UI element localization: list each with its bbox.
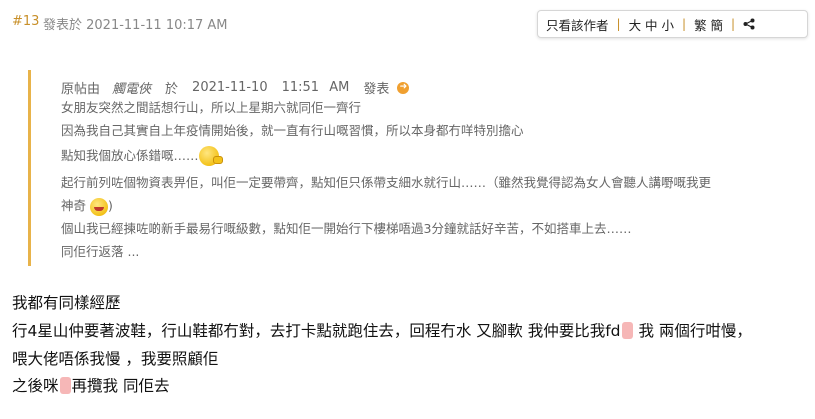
sticker-icon (621, 322, 633, 339)
quote-line: 個山我已經揀咗啲新手最易行嘅級數，點知佢一開始行下樓梯唔過3分鐘就話好辛苦，不如… (61, 221, 632, 236)
quote-line: 神奇 ) (61, 198, 113, 216)
quote-date: 2021-11-10 (192, 80, 268, 95)
quote-line: 因為我自己其實自上年疫情開始後，就一直有行山嘅習慣，所以本身都冇咩特別擔心 (61, 123, 524, 138)
author-only-button[interactable]: 只看該作者 (538, 15, 617, 34)
reply-line-text: 之後咪 (12, 377, 59, 395)
thinking-emoji-icon (198, 146, 223, 166)
font-size-button[interactable]: 大 中 小 (621, 15, 682, 34)
quote-line: 女朋友突然之間話想行山，所以上星期六就同佢一齊行 (61, 100, 362, 115)
quote-block: 原帖由 觸電俠 於 2021-11-10 11:51 AM 發表 ➜ 女朋友突然… (28, 70, 791, 266)
quote-header: 原帖由 觸電俠 於 2021-11-10 11:51 AM 發表 ➜ (61, 78, 410, 97)
quote-line-text: 神奇 (61, 198, 87, 213)
reply-line-text: 行4星山仲要著波鞋，行山鞋都冇對，去打卡點就跑住去，回程冇水 又腳軟 我仲要比我… (12, 322, 621, 340)
post-time: 發表於 2021-11-11 10:17 AM (43, 18, 228, 33)
quote-time: 11:51 AM (281, 80, 350, 95)
quote-yu: 於 (165, 82, 179, 97)
sticker-icon (59, 377, 71, 394)
quote-published: 發表 (363, 82, 390, 97)
share-icon (743, 18, 755, 30)
traditional-simplified-button[interactable]: 繁 簡 (686, 15, 731, 34)
quote-prefix: 原帖由 (61, 82, 101, 97)
share-button[interactable] (735, 18, 765, 30)
reply-line: 之後咪 再攬我 同佢去 (12, 376, 169, 396)
quote-line-text: ) (108, 198, 113, 213)
reply-line: 我都有同樣經歷 (12, 294, 121, 312)
quote-line[interactable]: 同佢行返落 ... (61, 244, 139, 260)
floor-number[interactable]: #13 (12, 14, 39, 29)
reply-line-text: 我 兩個行咁慢， (633, 322, 752, 340)
post-toolbar: 只看該作者 | 大 中 小 | 繁 簡 | (537, 10, 808, 38)
quote-line: 起行前列咗個物資表畀佢，叫佢一定要帶齊，點知佢只係帶支細水就行山……（雖然我覺得… (61, 175, 712, 190)
laughing-emoji-icon (90, 198, 108, 216)
quote-line: 點知我個放心係錯嘅…… (61, 146, 223, 166)
quote-line-text: 點知我個放心係錯嘅…… (61, 148, 199, 163)
quote-author: 觸電俠 (112, 82, 152, 97)
arrow-jump-icon[interactable]: ➜ (397, 81, 410, 94)
reply-line-text: 再攬我 同佢去 (71, 377, 170, 395)
post-header: #13 發表於 2021-11-11 10:17 AM 只看該作者 | 大 中 … (0, 0, 815, 46)
reply-line: 喂大佬唔係我慢 ，我要照顧佢 (12, 350, 219, 368)
reply-line: 行4星山仲要著波鞋，行山鞋都冇對，去打卡點就跑住去，回程冇水 又腳軟 我仲要比我… (12, 321, 752, 341)
